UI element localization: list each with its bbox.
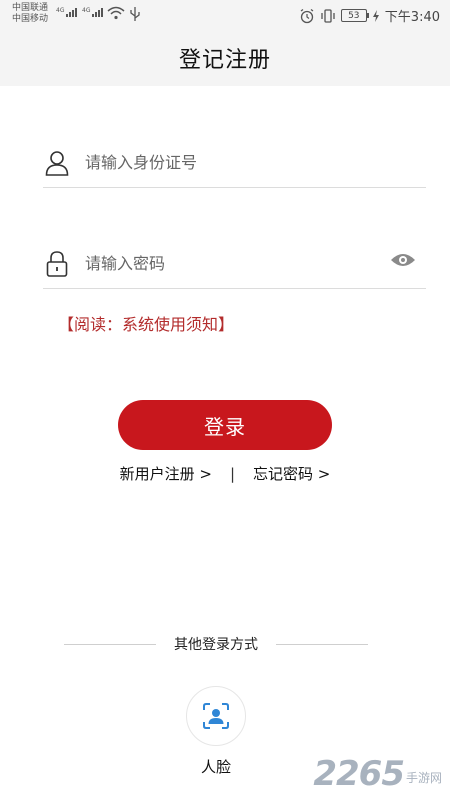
network-type-2: 4G [82,7,91,14]
forgot-password-link[interactable]: 忘记密码 > [253,463,330,484]
battery-icon: 53 [340,9,369,22]
login-button[interactable]: 登录 [118,400,332,450]
alarm-icon [300,8,314,23]
face-login-button[interactable] [186,686,246,746]
usb-icon [130,7,140,21]
carrier-names: 中国联通 中国移动 [12,3,48,25]
header-bar: 登记注册 [0,30,450,86]
charging-icon [372,9,379,22]
id-number-input[interactable] [85,153,365,172]
password-field [43,239,426,289]
link-separator: | [229,464,236,483]
divider-line-right [276,643,368,645]
face-scan-icon [203,703,229,729]
watermark-number: 2265 [313,754,405,794]
user-icon [43,149,71,177]
carrier-2: 中国移动 [12,14,49,24]
status-time: 下午3:40 [384,10,440,25]
other-login-divider: 其他登录方式 [64,634,368,654]
other-login-title: 其他登录方式 [174,637,258,653]
carrier-1: 中国联通 [12,3,49,13]
usage-notice-link[interactable]: 【阅读：系统使用须知】 [58,311,234,335]
status-right: 53 下午3:40 [299,6,440,25]
face-login-label: 人脸 [200,758,231,776]
status-bar: 中国联通 中国移动 4G 4G 53 下午3:40 [0,0,450,30]
battery-level: 53 [348,10,360,21]
signal-icon: 4G [82,7,104,17]
password-input[interactable] [85,254,365,273]
auth-links: 新用户注册 > | 忘记密码 > [0,463,450,484]
watermark-logo: 2265 手游网 [313,754,442,794]
id-number-field [43,138,426,188]
show-password-eye-icon[interactable] [390,251,416,273]
lock-icon [43,250,71,278]
watermark-site: 手游网 [405,770,442,785]
register-link[interactable]: 新用户注册 > [120,463,212,484]
divider-line-left [64,643,156,645]
page-title: 登记注册 [178,48,271,73]
network-type-1: 4G [56,7,65,14]
wifi-icon [107,6,125,20]
signal-icon: 4G [56,7,78,17]
vibrate-icon [321,8,335,23]
